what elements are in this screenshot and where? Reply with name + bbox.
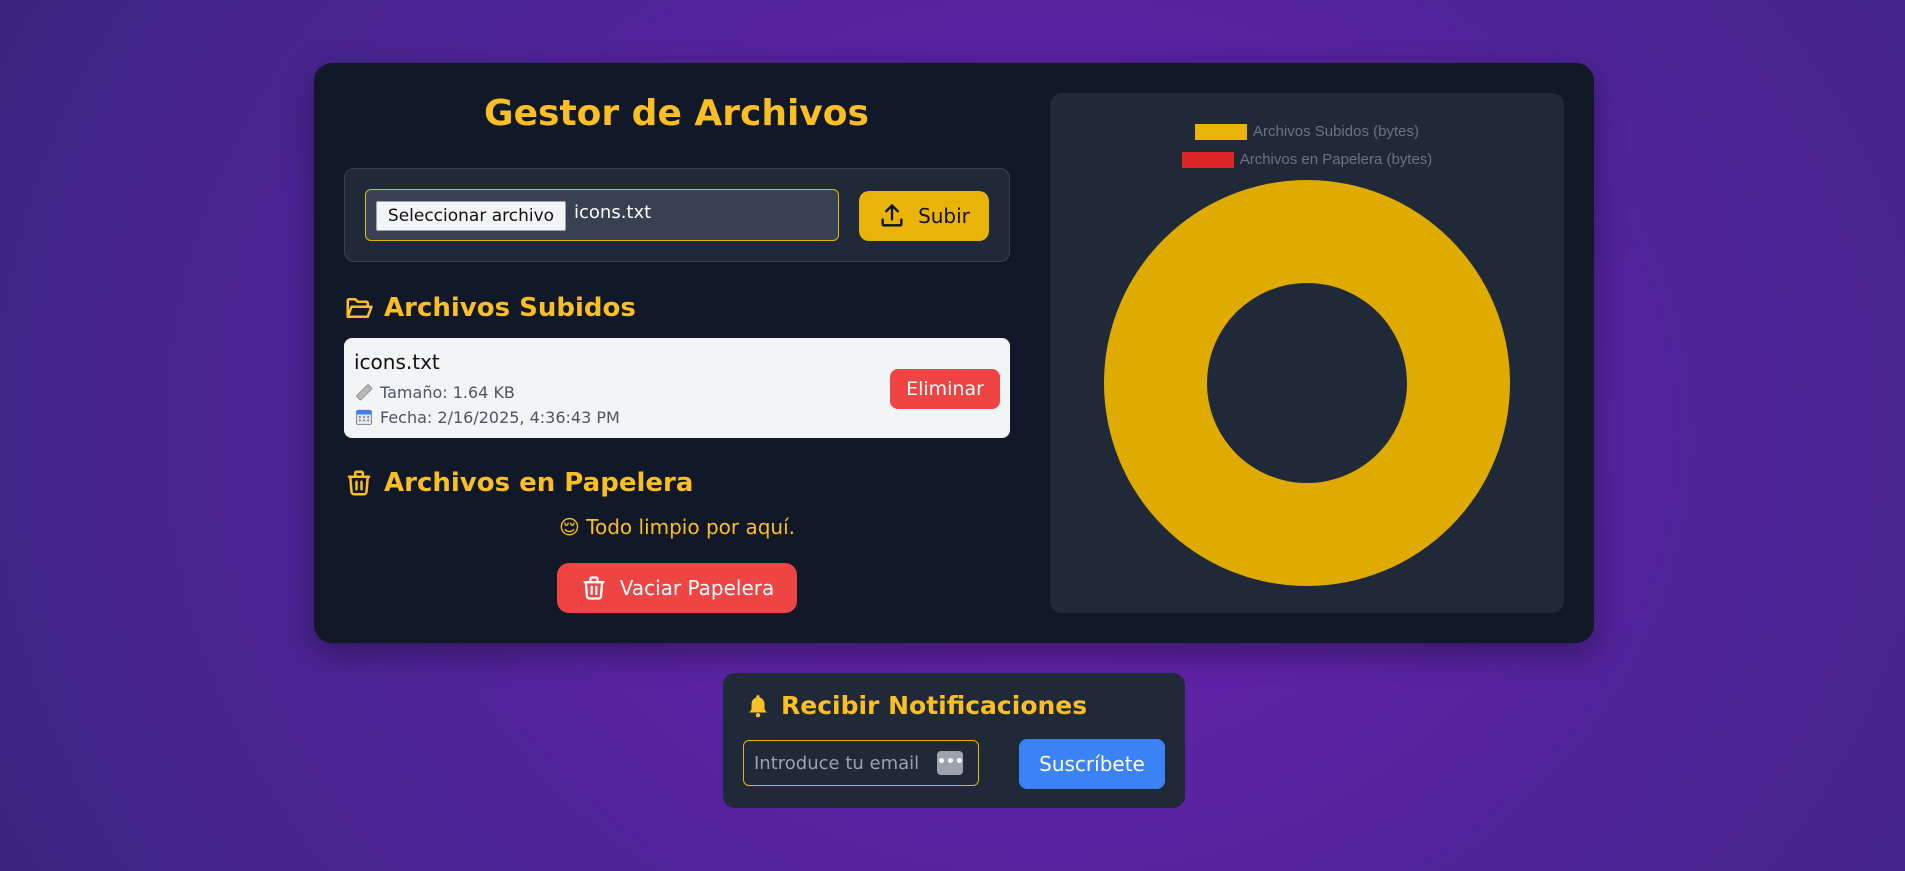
upload-button-label: Subir [918, 204, 970, 228]
upload-button[interactable]: Subir [859, 191, 989, 241]
ruler-icon [356, 384, 373, 401]
notifications-heading: Recibir Notificaciones [745, 691, 1087, 720]
file-input[interactable]: Seleccionar archivo icons.txt [365, 189, 839, 241]
page-title: Gestor de Archivos [484, 93, 869, 134]
empty-trash-label: Vaciar Papelera [619, 576, 775, 600]
uploaded-files-title: Archivos Subidos [384, 293, 636, 323]
file-date-row: Fecha: 2/16/2025, 4:36:43 PM [354, 407, 620, 427]
delete-button[interactable]: Eliminar [890, 369, 1000, 409]
subscribe-button[interactable]: Suscríbete [1019, 739, 1165, 789]
calendar-icon [356, 409, 372, 425]
upload-icon [881, 204, 903, 227]
uploaded-files-heading: Archivos Subidos [344, 293, 636, 323]
empty-trash-message: 😌 Todo limpio por aquí. [558, 515, 796, 539]
selected-file-name: icons.txt [574, 202, 652, 223]
file-list-item: icons.txt Tamaño: 1.64 KB Fecha: 2/16/20… [344, 338, 1010, 438]
trash-icon [347, 470, 371, 496]
notifications-card: Recibir Notificaciones ••• Suscríbete [723, 673, 1185, 808]
empty-trash-button[interactable]: Vaciar Papelera [557, 563, 797, 613]
trash-title: Archivos en Papelera [384, 468, 694, 498]
file-date: Fecha: 2/16/2025, 4:36:43 PM [380, 407, 620, 427]
doughnut-chart [1104, 180, 1510, 586]
upload-form: Seleccionar archivo icons.txt Subir [344, 168, 1010, 262]
trash-heading: Archivos en Papelera [344, 468, 693, 498]
storage-chart: Archivos Subidos (bytes) Archivos en Pap… [1050, 93, 1564, 613]
bell-icon [749, 694, 767, 717]
trash-icon [583, 576, 605, 600]
file-size-row: Tamaño: 1.64 KB [354, 382, 515, 402]
doughnut-slice-uploaded[interactable] [1104, 180, 1510, 586]
file-name: icons.txt [354, 350, 440, 374]
folder-open-icon [346, 298, 373, 318]
file-manager-card: Gestor de Archivos Seleccionar archivo i… [314, 63, 1594, 643]
file-size: Tamaño: 1.64 KB [380, 382, 515, 402]
password-manager-icon[interactable]: ••• [937, 751, 964, 775]
choose-file-button[interactable]: Seleccionar archivo [376, 201, 566, 231]
notifications-title: Recibir Notificaciones [781, 691, 1088, 720]
